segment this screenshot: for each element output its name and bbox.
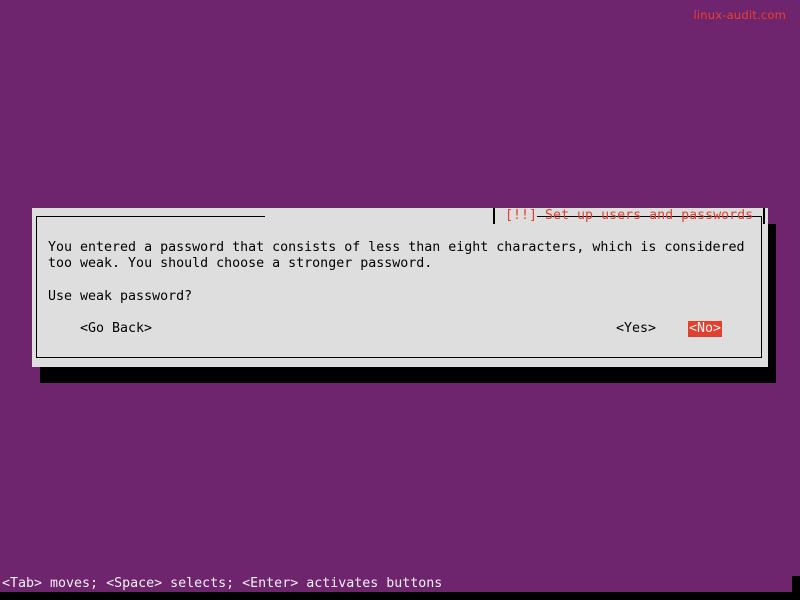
yes-button[interactable]: <Yes> (616, 321, 656, 337)
dialog-title-area: [!!] Set up users and passwords (265, 208, 765, 226)
title-left-tick (493, 208, 495, 224)
message-line-1: You entered a password that consists of … (48, 240, 745, 255)
message-line-2: too weak. You should choose a stronger p… (48, 256, 433, 271)
dialog-shadow-bottom (40, 367, 776, 383)
status-bar-corner (792, 576, 800, 600)
go-back-button[interactable]: <Go Back> (80, 321, 152, 337)
dialog-title: [!!] Set up users and passwords (505, 208, 754, 223)
no-button[interactable]: <No> (688, 321, 723, 337)
title-right-tick (763, 208, 765, 224)
dialog-question: Use weak password? (48, 289, 193, 304)
dialog-shadow-right (768, 224, 776, 383)
status-bar-hint: <Tab> moves; <Space> selects; <Enter> ac… (2, 576, 443, 591)
watermark: linux-audit.com (693, 8, 786, 22)
dialog-message: You entered a password that consists of … (48, 240, 744, 272)
weak-password-dialog: [!!] Set up users and passwords You ente… (32, 208, 768, 367)
status-bar-strip (0, 592, 800, 600)
